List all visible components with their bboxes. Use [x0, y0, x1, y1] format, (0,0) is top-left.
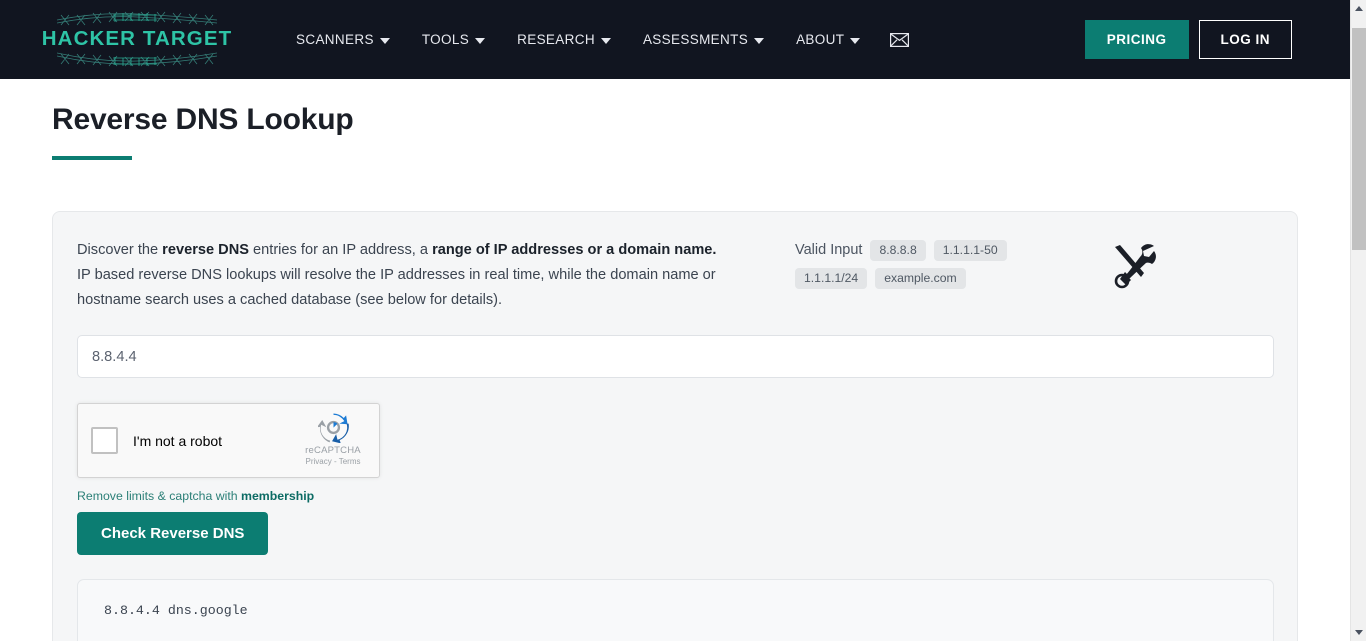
scroll-up-triangle: [1355, 6, 1363, 11]
primary-nav-links: SCANNERS TOOLS RESEARCH ASSESSMENTS ABOU…: [280, 24, 923, 55]
top-navigation-bar: HACKER TARGET SCANNERS TOOLS RESEARCH AS…: [0, 0, 1350, 79]
site-logo[interactable]: HACKER TARGET: [42, 7, 231, 73]
logo-barbed-wire-top-decoration: [57, 11, 217, 26]
nav-item-tools[interactable]: TOOLS: [406, 24, 501, 55]
nav-item-about[interactable]: ABOUT: [780, 24, 876, 55]
nav-item-research-label: RESEARCH: [517, 32, 595, 47]
valid-input-label: Valid Input: [795, 242, 863, 258]
logo-wordmark: HACKER TARGET: [41, 27, 233, 51]
desc-text-a: Discover the: [77, 242, 163, 258]
desc-text-c: entries for an IP address, a: [248, 242, 433, 258]
membership-upsell-text: Remove limits & captcha with: [77, 489, 242, 503]
chevron-down-icon: [379, 37, 390, 44]
membership-link[interactable]: membership: [241, 489, 314, 503]
lookup-input[interactable]: [77, 335, 1274, 378]
nav-action-buttons: PRICING LOG IN: [1084, 0, 1292, 79]
check-reverse-dns-button[interactable]: Check Reverse DNS: [77, 512, 269, 555]
chevron-down-icon: [850, 37, 861, 44]
recaptcha-legal-links: Privacy - Terms: [297, 457, 369, 466]
nav-item-research[interactable]: RESEARCH: [501, 24, 627, 55]
page-title: Reverse DNS Lookup: [52, 103, 354, 136]
results-panel: 8.8.4.4 dns.google: [77, 579, 1274, 641]
card-header-row: Discover the reverse DNS entries for an …: [77, 238, 1273, 313]
nav-item-about-label: ABOUT: [796, 32, 845, 47]
valid-input-chip-ip[interactable]: 8.8.8.8: [870, 240, 926, 261]
logo-barbed-wire-bottom-decoration: [57, 52, 217, 67]
valid-input-examples: Valid Input 8.8.8.8 1.1.1.1-50 1.1.1.1/2…: [795, 238, 1085, 289]
tool-illustration: [1109, 238, 1161, 299]
login-button[interactable]: LOG IN: [1198, 20, 1292, 59]
tool-description-line-3: hostname search uses a cached database (…: [77, 292, 503, 308]
nav-item-contact[interactable]: [876, 25, 923, 55]
recaptcha-logo-icon: [317, 413, 349, 443]
nav-item-tools-label: TOOLS: [421, 32, 470, 47]
chevron-down-icon: [475, 37, 486, 44]
results-output: 8.8.4.4 dns.google: [104, 603, 248, 618]
envelope-icon: [890, 32, 910, 47]
desc-strong-reverse-dns: reverse DNS: [162, 242, 249, 258]
tools-wrench-screwdriver-icon: [1114, 244, 1156, 289]
valid-input-chip-cidr[interactable]: 1.1.1.1/24: [795, 268, 868, 289]
pricing-button[interactable]: PRICING: [1084, 20, 1189, 59]
tool-description-line-2: IP based reverse DNS lookups will resolv…: [77, 267, 716, 283]
tool-description-line-1: Discover the reverse DNS entries for an …: [77, 238, 767, 263]
recaptcha-checkbox-label: I'm not a robot: [133, 432, 223, 449]
recaptcha-privacy-link[interactable]: Privacy: [306, 457, 332, 466]
chevron-down-icon: [600, 37, 611, 44]
lookup-tool-card: Discover the reverse DNS entries for an …: [52, 211, 1298, 641]
recaptcha-branding: reCAPTCHA Privacy - Terms: [297, 412, 369, 466]
recaptcha-brand-name: reCAPTCHA: [305, 445, 361, 456]
nav-item-assessments-label: ASSESSMENTS: [642, 32, 749, 47]
page-viewport: HACKER TARGET SCANNERS TOOLS RESEARCH AS…: [0, 0, 1350, 641]
recaptcha-checkbox[interactable]: [91, 427, 118, 454]
nav-item-scanners-label: SCANNERS: [296, 32, 374, 47]
recaptcha-terms-link[interactable]: Terms: [339, 457, 361, 466]
recaptcha-legal-separator: -: [333, 457, 337, 466]
valid-input-chip-range[interactable]: 1.1.1.1-50: [933, 240, 1007, 261]
vertical-scrollbar[interactable]: [1350, 0, 1366, 641]
tool-description: Discover the reverse DNS entries for an …: [77, 238, 767, 313]
scroll-down-triangle: [1355, 630, 1363, 635]
title-underline-rule: [52, 156, 132, 160]
scroll-up-arrow-icon[interactable]: [1351, 0, 1366, 17]
chevron-down-icon: [754, 37, 765, 44]
scroll-down-arrow-icon[interactable]: [1351, 624, 1366, 641]
recaptcha-widget[interactable]: I'm not a robot reCAPTCHA Privacy - Term…: [77, 403, 380, 478]
valid-input-chip-domain[interactable]: example.com: [875, 268, 966, 289]
nav-item-assessments[interactable]: ASSESSMENTS: [627, 24, 780, 55]
scrollbar-thumb[interactable]: [1352, 28, 1366, 250]
nav-item-scanners[interactable]: SCANNERS: [280, 24, 406, 55]
page-header: Reverse DNS Lookup: [0, 79, 1350, 160]
membership-upsell: Remove limits & captcha with membership: [77, 489, 1273, 503]
lookup-form: I'm not a robot reCAPTCHA Privacy - Term…: [77, 313, 1274, 641]
desc-strong-range: range of IP addresses or a domain name.: [432, 242, 717, 258]
